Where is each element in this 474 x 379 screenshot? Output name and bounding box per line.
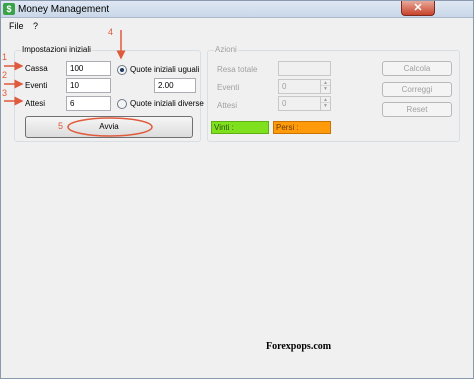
actions-eventi-arrows: ▲ ▼ (320, 80, 330, 93)
menu-file[interactable]: File (9, 21, 24, 31)
radio-equal-label: Quote iniziali uguali (130, 65, 200, 74)
spin-down-icon: ▼ (323, 86, 328, 92)
menu-bar: File ? (1, 19, 473, 35)
quote-field[interactable] (154, 78, 196, 93)
resa-field (278, 61, 331, 76)
start-button[interactable]: Avvia (25, 116, 193, 138)
actions-group-title: Azioni (214, 45, 238, 54)
actions-attesi-value (279, 97, 315, 110)
close-button[interactable]: ✕ (401, 1, 435, 16)
radio-equal-quotes[interactable] (117, 65, 127, 75)
annotation-number-2: 2 (2, 70, 8, 80)
actions-eventi-label: Eventi (217, 83, 240, 92)
actions-attesi-label: Attesi (217, 101, 238, 110)
actions-eventi-spinner: ▲ ▼ (278, 79, 331, 94)
annotation-number-4: 4 (108, 27, 114, 37)
radio-different-quotes[interactable] (117, 99, 127, 109)
calcola-button[interactable]: Calcola (382, 61, 452, 76)
correggi-button[interactable]: Correggi (382, 82, 452, 97)
cassa-label: Cassa (25, 64, 48, 73)
annotation-number-3: 3 (2, 88, 8, 98)
annotation-number-5: 5 (58, 121, 64, 131)
actions-attesi-arrows: ▲ ▼ (320, 97, 330, 110)
cassa-field[interactable] (66, 61, 111, 76)
app-icon: $ (3, 3, 15, 15)
app-window: $ Money Management ✕ File ? Impostazioni… (0, 0, 474, 379)
radio-different-label: Quote iniziali diverse (130, 99, 204, 108)
menu-help[interactable]: ? (33, 21, 38, 31)
resa-label: Resa totale (217, 65, 258, 74)
title-bar: $ Money Management ✕ (1, 1, 473, 18)
actions-attesi-spinner: ▲ ▼ (278, 96, 331, 111)
settings-group-title: Impostazioni iniziali (21, 45, 92, 54)
attesi-label: Attesi (25, 99, 46, 108)
spin-down-icon: ▼ (323, 103, 328, 109)
attesi-field[interactable] (66, 96, 111, 111)
eventi-label: Eventi (25, 81, 48, 90)
persi-indicator: Persi : (273, 121, 331, 134)
actions-eventi-value (279, 80, 315, 93)
vinti-indicator: Vinti : (211, 121, 269, 134)
eventi-field[interactable] (66, 78, 111, 93)
watermark-text: Forexpops.com (266, 341, 332, 352)
annotation-number-1: 1 (2, 52, 8, 62)
window-title: Money Management (18, 4, 110, 15)
reset-button[interactable]: Reset (382, 102, 452, 117)
